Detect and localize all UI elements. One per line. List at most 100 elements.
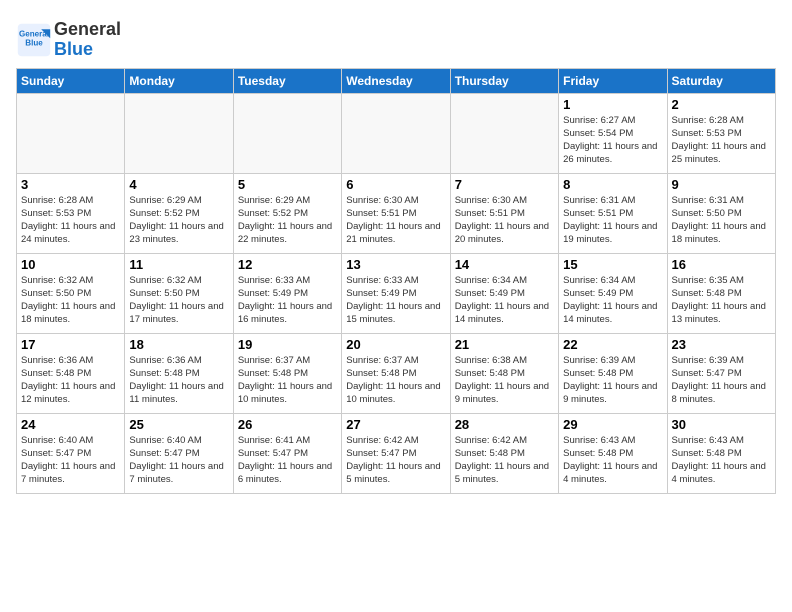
day-number: 3 — [21, 177, 120, 192]
day-number: 12 — [238, 257, 337, 272]
day-of-week-header: Monday — [125, 68, 233, 93]
calendar-cell: 30 Sunrise: 6:43 AM Sunset: 5:48 PM Dayli… — [667, 413, 775, 493]
calendar-cell: 2 Sunrise: 6:28 AM Sunset: 5:53 PM Daylig… — [667, 93, 775, 173]
day-info: Sunrise: 6:36 AM Sunset: 5:48 PM Dayligh… — [129, 354, 228, 407]
calendar-cell: 12 Sunrise: 6:33 AM Sunset: 5:49 PM Dayli… — [233, 253, 341, 333]
day-info: Sunrise: 6:39 AM Sunset: 5:48 PM Dayligh… — [563, 354, 662, 407]
day-info: Sunrise: 6:37 AM Sunset: 5:48 PM Dayligh… — [346, 354, 445, 407]
day-of-week-header: Sunday — [17, 68, 125, 93]
day-number: 7 — [455, 177, 554, 192]
svg-text:Blue: Blue — [25, 38, 43, 47]
day-info: Sunrise: 6:29 AM Sunset: 5:52 PM Dayligh… — [238, 194, 337, 247]
week-row: 1 Sunrise: 6:27 AM Sunset: 5:54 PM Daylig… — [17, 93, 776, 173]
calendar-cell: 22 Sunrise: 6:39 AM Sunset: 5:48 PM Dayli… — [559, 333, 667, 413]
week-row: 3 Sunrise: 6:28 AM Sunset: 5:53 PM Daylig… — [17, 173, 776, 253]
day-info: Sunrise: 6:43 AM Sunset: 5:48 PM Dayligh… — [563, 434, 662, 487]
calendar-cell: 24 Sunrise: 6:40 AM Sunset: 5:47 PM Dayli… — [17, 413, 125, 493]
day-of-week-header: Saturday — [667, 68, 775, 93]
day-info: Sunrise: 6:37 AM Sunset: 5:48 PM Dayligh… — [238, 354, 337, 407]
day-info: Sunrise: 6:42 AM Sunset: 5:47 PM Dayligh… — [346, 434, 445, 487]
day-info: Sunrise: 6:27 AM Sunset: 5:54 PM Dayligh… — [563, 114, 662, 167]
calendar-cell: 25 Sunrise: 6:40 AM Sunset: 5:47 PM Dayli… — [125, 413, 233, 493]
calendar-cell: 15 Sunrise: 6:34 AM Sunset: 5:49 PM Dayli… — [559, 253, 667, 333]
logo-text: GeneralBlue — [54, 20, 121, 60]
calendar-cell: 7 Sunrise: 6:30 AM Sunset: 5:51 PM Daylig… — [450, 173, 558, 253]
calendar-cell: 18 Sunrise: 6:36 AM Sunset: 5:48 PM Dayli… — [125, 333, 233, 413]
calendar-header-row: SundayMondayTuesdayWednesdayThursdayFrid… — [17, 68, 776, 93]
day-info: Sunrise: 6:36 AM Sunset: 5:48 PM Dayligh… — [21, 354, 120, 407]
day-info: Sunrise: 6:39 AM Sunset: 5:47 PM Dayligh… — [672, 354, 771, 407]
day-info: Sunrise: 6:40 AM Sunset: 5:47 PM Dayligh… — [129, 434, 228, 487]
day-number: 18 — [129, 337, 228, 352]
week-row: 24 Sunrise: 6:40 AM Sunset: 5:47 PM Dayli… — [17, 413, 776, 493]
calendar-cell: 4Sunrise: 6:29 AM Sunset: 5:52 PM Daylig… — [125, 173, 233, 253]
day-number: 20 — [346, 337, 445, 352]
day-number: 22 — [563, 337, 662, 352]
calendar-cell: 23 Sunrise: 6:39 AM Sunset: 5:47 PM Dayli… — [667, 333, 775, 413]
day-number: 17 — [21, 337, 120, 352]
calendar-cell: 14 Sunrise: 6:34 AM Sunset: 5:49 PM Dayli… — [450, 253, 558, 333]
day-info: Sunrise: 6:31 AM Sunset: 5:50 PM Dayligh… — [672, 194, 771, 247]
day-info: Sunrise: 6:40 AM Sunset: 5:47 PM Dayligh… — [21, 434, 120, 487]
day-number: 1 — [563, 97, 662, 112]
day-number: 19 — [238, 337, 337, 352]
day-number: 14 — [455, 257, 554, 272]
day-number: 5 — [238, 177, 337, 192]
day-info: Sunrise: 6:28 AM Sunset: 5:53 PM Dayligh… — [672, 114, 771, 167]
day-info: Sunrise: 6:38 AM Sunset: 5:48 PM Dayligh… — [455, 354, 554, 407]
day-number: 9 — [672, 177, 771, 192]
day-info: Sunrise: 6:30 AM Sunset: 5:51 PM Dayligh… — [346, 194, 445, 247]
page-header: General Blue GeneralBlue — [16, 16, 776, 60]
day-info: Sunrise: 6:29 AM Sunset: 5:52 PM Dayligh… — [129, 194, 228, 247]
calendar-cell — [450, 93, 558, 173]
week-row: 17 Sunrise: 6:36 AM Sunset: 5:48 PM Dayli… — [17, 333, 776, 413]
day-number: 24 — [21, 417, 120, 432]
day-number: 16 — [672, 257, 771, 272]
week-row: 10 Sunrise: 6:32 AM Sunset: 5:50 PM Dayli… — [17, 253, 776, 333]
day-number: 8 — [563, 177, 662, 192]
day-info: Sunrise: 6:43 AM Sunset: 5:48 PM Dayligh… — [672, 434, 771, 487]
calendar-cell: 10Sunrise: 6:32 AM Sunset: 5:50 PM Dayli… — [17, 253, 125, 333]
calendar-cell: 1 Sunrise: 6:27 AM Sunset: 5:54 PM Daylig… — [559, 93, 667, 173]
calendar-cell — [342, 93, 450, 173]
calendar-cell: 21 Sunrise: 6:38 AM Sunset: 5:48 PM Dayli… — [450, 333, 558, 413]
day-number: 26 — [238, 417, 337, 432]
calendar-cell: 13Sunrise: 6:33 AM Sunset: 5:49 PM Dayli… — [342, 253, 450, 333]
day-info: Sunrise: 6:28 AM Sunset: 5:53 PM Dayligh… — [21, 194, 120, 247]
day-of-week-header: Thursday — [450, 68, 558, 93]
calendar-cell: 17 Sunrise: 6:36 AM Sunset: 5:48 PM Dayli… — [17, 333, 125, 413]
calendar-cell — [125, 93, 233, 173]
day-number: 21 — [455, 337, 554, 352]
calendar-cell: 5 Sunrise: 6:29 AM Sunset: 5:52 PM Daylig… — [233, 173, 341, 253]
day-number: 6 — [346, 177, 445, 192]
calendar-cell: 27Sunrise: 6:42 AM Sunset: 5:47 PM Dayli… — [342, 413, 450, 493]
calendar-cell — [233, 93, 341, 173]
day-info: Sunrise: 6:42 AM Sunset: 5:48 PM Dayligh… — [455, 434, 554, 487]
day-number: 29 — [563, 417, 662, 432]
day-number: 23 — [672, 337, 771, 352]
day-info: Sunrise: 6:34 AM Sunset: 5:49 PM Dayligh… — [455, 274, 554, 327]
day-info: Sunrise: 6:34 AM Sunset: 5:49 PM Dayligh… — [563, 274, 662, 327]
day-of-week-header: Wednesday — [342, 68, 450, 93]
day-number: 25 — [129, 417, 228, 432]
day-number: 10 — [21, 257, 120, 272]
day-number: 30 — [672, 417, 771, 432]
logo: General Blue GeneralBlue — [16, 20, 121, 60]
day-info: Sunrise: 6:33 AM Sunset: 5:49 PM Dayligh… — [238, 274, 337, 327]
day-info: Sunrise: 6:32 AM Sunset: 5:50 PM Dayligh… — [129, 274, 228, 327]
calendar-cell: 28 Sunrise: 6:42 AM Sunset: 5:48 PM Dayli… — [450, 413, 558, 493]
logo-icon: General Blue — [16, 22, 52, 58]
calendar-cell: 16Sunrise: 6:35 AM Sunset: 5:48 PM Dayli… — [667, 253, 775, 333]
calendar-cell: 29 Sunrise: 6:43 AM Sunset: 5:48 PM Dayli… — [559, 413, 667, 493]
calendar-cell: 11Sunrise: 6:32 AM Sunset: 5:50 PM Dayli… — [125, 253, 233, 333]
calendar-cell: 9 Sunrise: 6:31 AM Sunset: 5:50 PM Daylig… — [667, 173, 775, 253]
calendar-cell: 19 Sunrise: 6:37 AM Sunset: 5:48 PM Dayli… — [233, 333, 341, 413]
day-info: Sunrise: 6:30 AM Sunset: 5:51 PM Dayligh… — [455, 194, 554, 247]
day-number: 15 — [563, 257, 662, 272]
day-info: Sunrise: 6:41 AM Sunset: 5:47 PM Dayligh… — [238, 434, 337, 487]
day-number: 2 — [672, 97, 771, 112]
calendar-table: SundayMondayTuesdayWednesdayThursdayFrid… — [16, 68, 776, 494]
calendar-cell: 8Sunrise: 6:31 AM Sunset: 5:51 PM Daylig… — [559, 173, 667, 253]
day-of-week-header: Friday — [559, 68, 667, 93]
day-number: 28 — [455, 417, 554, 432]
